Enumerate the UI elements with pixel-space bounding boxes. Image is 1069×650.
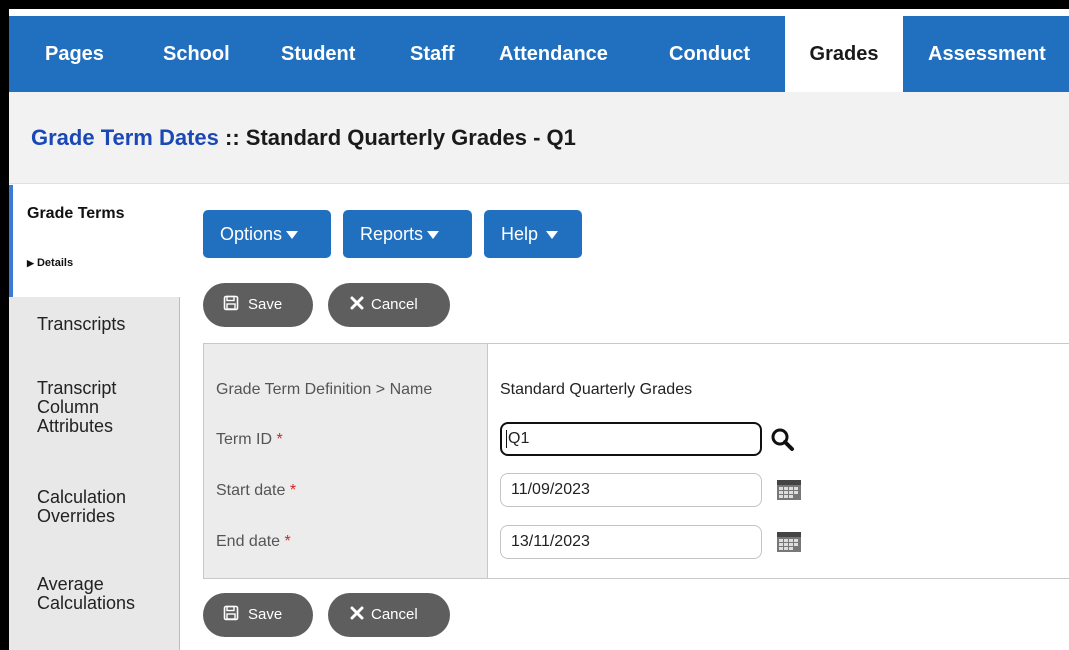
start-date-value: 11/09/2023	[511, 481, 590, 498]
reports-menu-button[interactable]: Reports	[343, 210, 472, 258]
term-id-value: Q1	[508, 430, 530, 447]
start-date-label-text: Start date	[216, 482, 286, 499]
tab-assessment[interactable]: Assessment	[928, 16, 1046, 92]
sidebar-item-transcript-column-attributes[interactable]: Transcript Column Attributes	[9, 379, 149, 436]
save-icon	[223, 283, 239, 327]
tab-attendance[interactable]: Attendance	[499, 16, 608, 92]
required-marker: *	[276, 431, 283, 448]
sidebar-item-label: Grade Terms	[27, 205, 125, 222]
tab-pages[interactable]: Pages	[45, 16, 104, 92]
sidebar-subitem-details[interactable]: ▶ Details	[27, 257, 73, 269]
sidebar-item-label: Transcript Column Attributes	[37, 378, 117, 436]
calendar-icon[interactable]	[777, 480, 801, 500]
start-date-input[interactable]: 11/09/2023	[500, 473, 762, 507]
cancel-label: Cancel	[371, 606, 418, 623]
end-date-label: End date *	[216, 533, 291, 551]
end-date-value: 13/11/2023	[511, 533, 590, 550]
breadcrumb-grade-term-dates[interactable]: Grade Term Dates	[31, 125, 219, 150]
definition-name-value: Standard Quarterly Grades	[500, 381, 693, 398]
sidebar-item-calculation-overrides[interactable]: Calculation Overrides	[9, 488, 159, 526]
grade-term-form: Grade Term Definition > Name Standard Qu…	[203, 343, 1069, 579]
tab-school[interactable]: School	[163, 16, 230, 92]
definition-name-label: Grade Term Definition > Name	[216, 381, 433, 398]
close-icon	[350, 283, 364, 327]
sidebar-item-label: Transcripts	[37, 314, 126, 334]
save-button[interactable]: Save	[203, 283, 313, 327]
start-date-label: Start date *	[216, 482, 296, 500]
sidebar-item-grade-terms[interactable]: Grade Terms ▶ Details	[9, 185, 180, 297]
term-id-label: Term ID *	[216, 431, 283, 449]
sidebar-item-label: Average Calculations	[37, 574, 136, 613]
sidebar: Grade Terms ▶ Details Transcripts Transc…	[9, 185, 180, 650]
reports-label: Reports	[360, 224, 424, 244]
cancel-button[interactable]: Cancel	[328, 283, 450, 327]
tab-student[interactable]: Student	[281, 16, 355, 92]
text-cursor	[506, 429, 507, 448]
help-label: Help	[501, 224, 539, 244]
page-title-rest: :: Standard Quarterly Grades - Q1	[218, 125, 576, 150]
end-date-label-text: End date	[216, 533, 281, 550]
triangle-right-icon: ▶	[27, 258, 34, 268]
tab-staff[interactable]: Staff	[410, 16, 454, 92]
page-header: Grade Term Dates :: Standard Quarterly G…	[9, 92, 1069, 184]
term-id-label-text: Term ID	[216, 431, 272, 448]
app-window: Pages School Student Staff Attendance Co…	[9, 9, 1069, 650]
sidebar-item-label: Calculation Overrides	[37, 487, 127, 526]
help-menu-button[interactable]: Help	[484, 210, 582, 258]
tab-grades[interactable]: Grades	[785, 16, 903, 92]
caret-down-icon	[286, 231, 299, 240]
save-button-bottom[interactable]: Save	[203, 593, 313, 637]
cancel-button-bottom[interactable]: Cancel	[328, 593, 450, 637]
cancel-label: Cancel	[371, 296, 418, 313]
term-id-input[interactable]: Q1	[500, 422, 762, 456]
required-marker: *	[284, 533, 291, 550]
save-label: Save	[248, 296, 283, 313]
end-date-input[interactable]: 13/11/2023	[500, 525, 762, 559]
options-menu-button[interactable]: Options	[203, 210, 331, 258]
search-icon[interactable]	[770, 427, 796, 453]
calendar-icon[interactable]	[777, 532, 801, 552]
sidebar-item-average-calculations[interactable]: Average Calculations	[9, 575, 149, 613]
options-label: Options	[220, 224, 283, 244]
caret-down-icon	[427, 231, 440, 240]
page-title: Grade Term Dates :: Standard Quarterly G…	[31, 125, 576, 151]
top-nav: Pages School Student Staff Attendance Co…	[9, 16, 1069, 92]
save-label: Save	[248, 606, 283, 623]
save-icon	[223, 593, 239, 637]
close-icon	[350, 593, 364, 637]
required-marker: *	[289, 482, 297, 499]
tab-conduct[interactable]: Conduct	[669, 16, 750, 92]
sidebar-item-transcripts[interactable]: Transcripts	[9, 315, 180, 334]
sidebar-subitem-label: Details	[36, 257, 74, 269]
caret-down-icon	[546, 231, 559, 240]
